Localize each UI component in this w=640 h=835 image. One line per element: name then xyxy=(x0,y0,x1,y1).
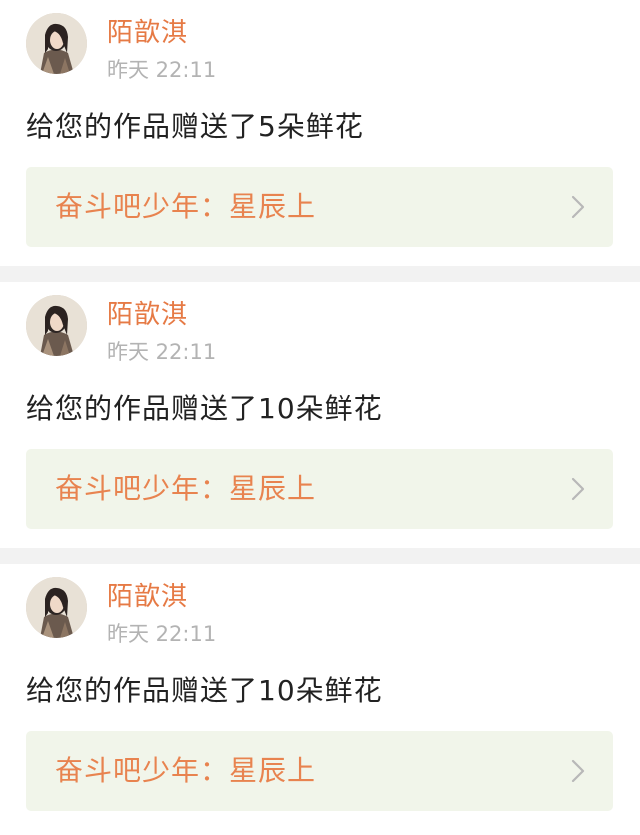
chevron-right-icon xyxy=(571,195,585,219)
user-name[interactable]: 陌歆淇 xyxy=(107,16,188,50)
chevron-right-icon xyxy=(571,477,585,501)
work-title: 奋斗吧少年：星辰上 xyxy=(55,472,317,505)
notification-message: 给您的作品赠送了10朵鲜花 xyxy=(26,392,383,425)
notification-feed: 陌歆淇 昨天 22:11 给您的作品赠送了5朵鲜花 奋斗吧少年：星辰上 陌歆淇 … xyxy=(0,0,640,830)
user-name[interactable]: 陌歆淇 xyxy=(107,580,188,614)
notification-card: 陌歆淇 昨天 22:11 给您的作品赠送了10朵鲜花 奋斗吧少年：星辰上 xyxy=(0,564,640,830)
chevron-right-icon xyxy=(571,759,585,783)
separator xyxy=(0,548,640,564)
timestamp: 昨天 22:11 xyxy=(107,58,217,82)
avatar[interactable] xyxy=(26,13,87,74)
timestamp: 昨天 22:11 xyxy=(107,622,217,646)
work-link[interactable]: 奋斗吧少年：星辰上 xyxy=(26,167,613,247)
timestamp: 昨天 22:11 xyxy=(107,340,217,364)
notification-message: 给您的作品赠送了10朵鲜花 xyxy=(26,674,383,707)
notification-message: 给您的作品赠送了5朵鲜花 xyxy=(26,110,364,143)
work-link[interactable]: 奋斗吧少年：星辰上 xyxy=(26,731,613,811)
separator xyxy=(0,266,640,282)
notification-card: 陌歆淇 昨天 22:11 给您的作品赠送了5朵鲜花 奋斗吧少年：星辰上 xyxy=(0,0,640,266)
avatar[interactable] xyxy=(26,295,87,356)
avatar[interactable] xyxy=(26,577,87,638)
user-name[interactable]: 陌歆淇 xyxy=(107,298,188,332)
notification-card: 陌歆淇 昨天 22:11 给您的作品赠送了10朵鲜花 奋斗吧少年：星辰上 xyxy=(0,282,640,548)
work-title: 奋斗吧少年：星辰上 xyxy=(55,190,317,223)
work-link[interactable]: 奋斗吧少年：星辰上 xyxy=(26,449,613,529)
work-title: 奋斗吧少年：星辰上 xyxy=(55,754,317,787)
